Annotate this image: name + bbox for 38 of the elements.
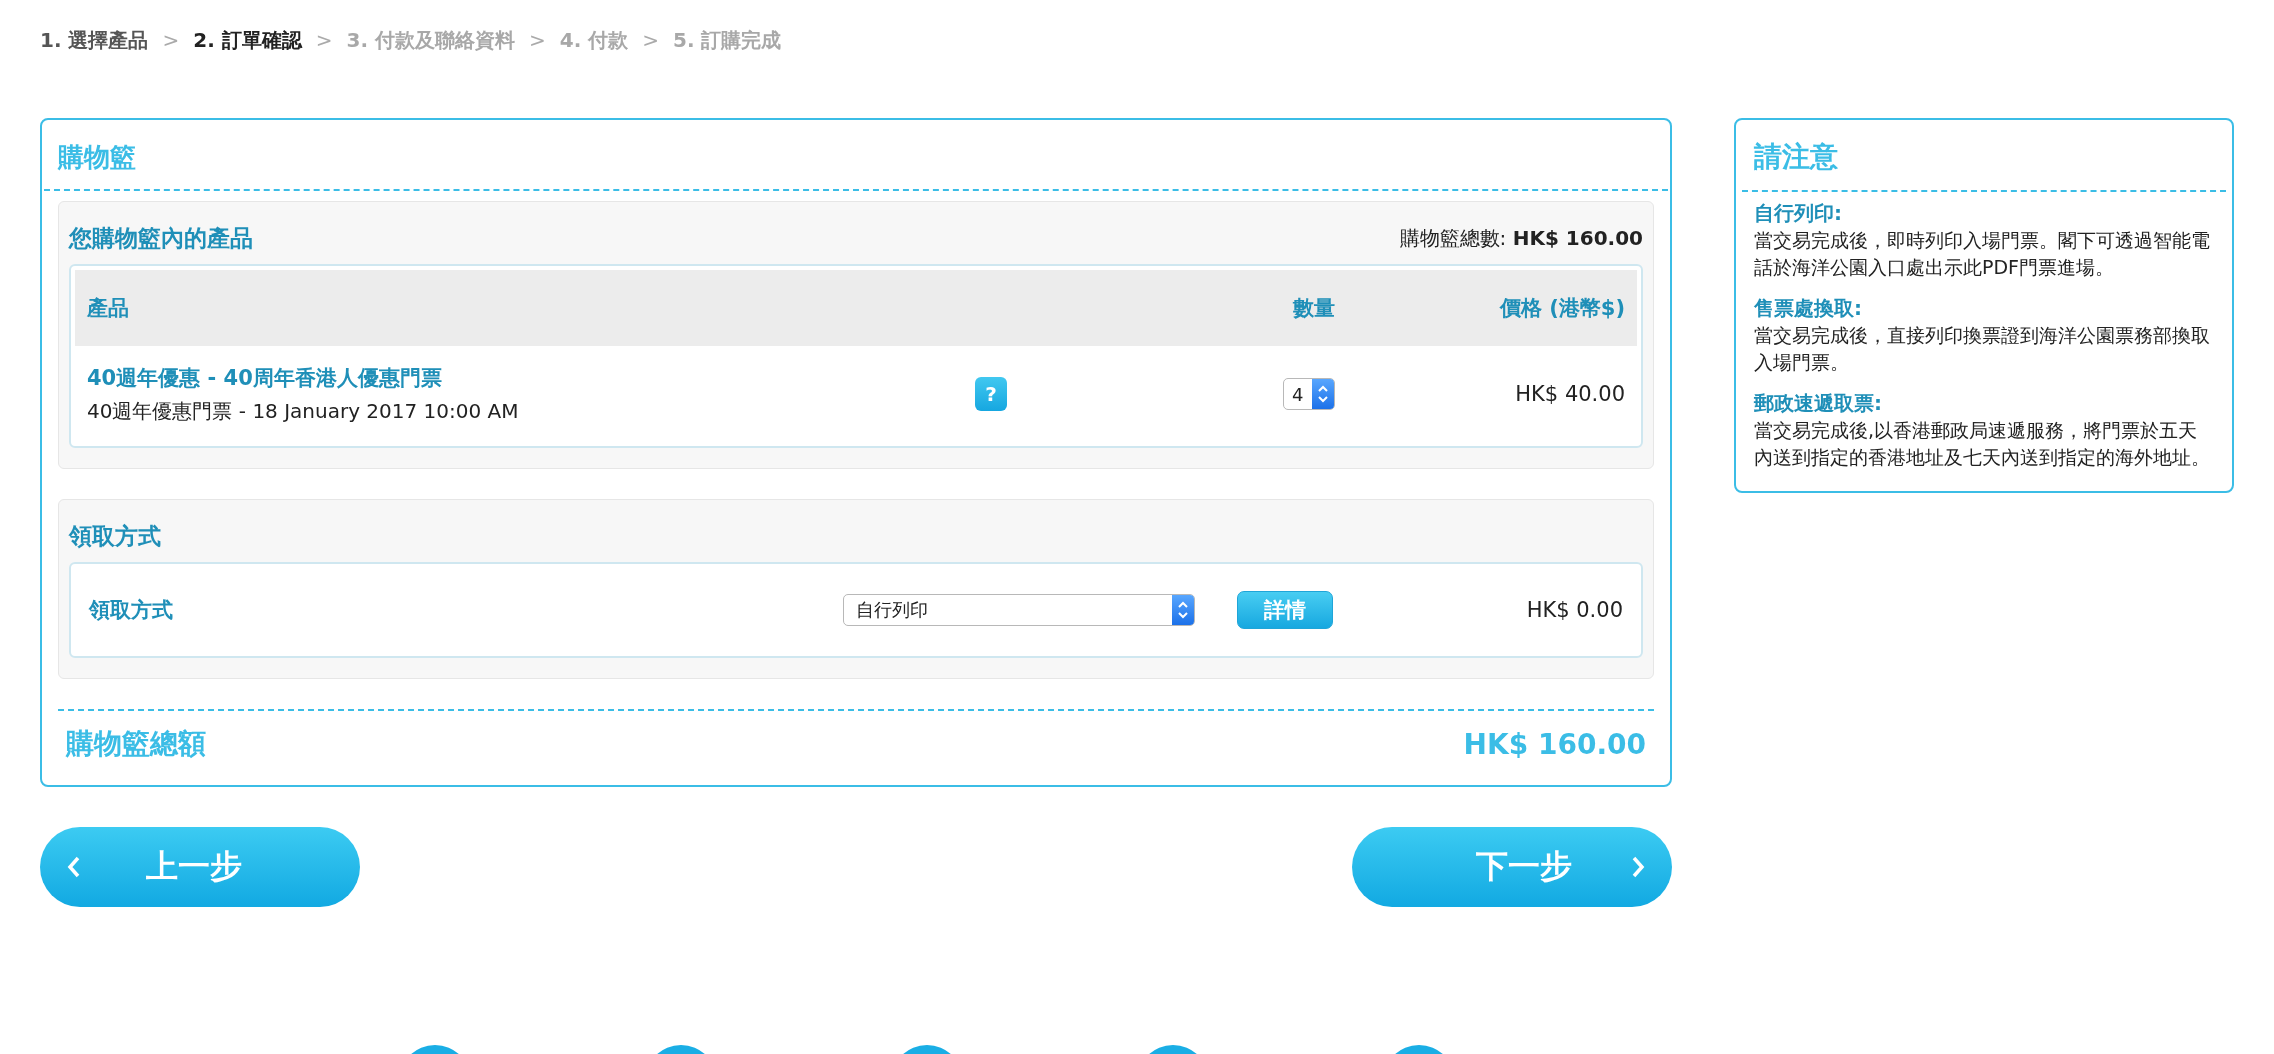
total-value: HK$ 160.00 [1463, 727, 1646, 761]
notice-heading: 售票處換取: [1754, 295, 1863, 322]
pickup-price: HK$ 0.00 [1525, 598, 1623, 622]
breadcrumb-step: 2. 訂單確認 [193, 26, 302, 54]
column-header: 數量 [1291, 295, 1335, 322]
breadcrumb-step: 4. 付款 [559, 26, 629, 54]
notice-text: 當交易完成後，即時列印入場門票。閣下可透過智能電話於海洋公園入口處出示此PDF門票進場。 [1754, 228, 2211, 280]
notice-text: 當交易完成後,以香港郵政局速遞服務，將門票於五天內送到指定的香港地址及七天內送到指定的海外地址。 [1754, 418, 2211, 470]
product-name: 40週年優惠 - 40周年香港人優惠門票 [87, 364, 443, 392]
breadcrumb-separator: > [642, 28, 659, 52]
notice-heading: 自行列印: [1754, 200, 1843, 227]
notice-heading: 郵政速遞取票: [1754, 390, 1883, 417]
product-price: HK$ 40.00 [1514, 382, 1625, 406]
notice-text: 當交易完成後，直接列印換票證到海洋公園票務部換取入場門票。 [1754, 323, 2211, 375]
column-header: 產品 [87, 295, 130, 322]
notice-title: 請注意 [1742, 120, 2226, 192]
chevron-icon [1630, 855, 1646, 879]
pickup-select[interactable]: 自行列印 [843, 594, 1195, 626]
pickup-label: 領取方式 [89, 597, 174, 624]
product-detail: 40週年優惠門票 - 18 January 2017 10:00 AM [87, 397, 520, 425]
section-title: 您購物籃內的產品 [69, 223, 253, 253]
details-button[interactable]: 詳情 [1237, 591, 1333, 629]
column-header: 價格 (港幣$) [1498, 295, 1625, 322]
breadcrumb-step: 5. 訂購完成 [673, 26, 782, 54]
help-button[interactable]: ? [975, 377, 1007, 411]
breadcrumb-step: 3. 付款及聯絡資料 [346, 26, 515, 54]
breadcrumb-separator: > [529, 28, 546, 52]
section-title: 領取方式 [69, 521, 161, 551]
back-button[interactable]: 上一步 [40, 827, 360, 907]
breadcrumb-step: 1. 選擇產品 [40, 26, 149, 54]
breadcrumb-separator: > [162, 28, 180, 52]
breadcrumb-separator: > [315, 28, 333, 52]
cart-title: 購物籃 [44, 120, 1668, 191]
chevron-icon [66, 855, 82, 879]
quantity-select[interactable]: 4 [1283, 378, 1335, 410]
next-button[interactable]: 下一步 [1352, 827, 1672, 907]
cart-count: 購物籃總數: HK$ 160.00 [1399, 224, 1643, 252]
total-label: 購物籃總額 [66, 726, 206, 762]
